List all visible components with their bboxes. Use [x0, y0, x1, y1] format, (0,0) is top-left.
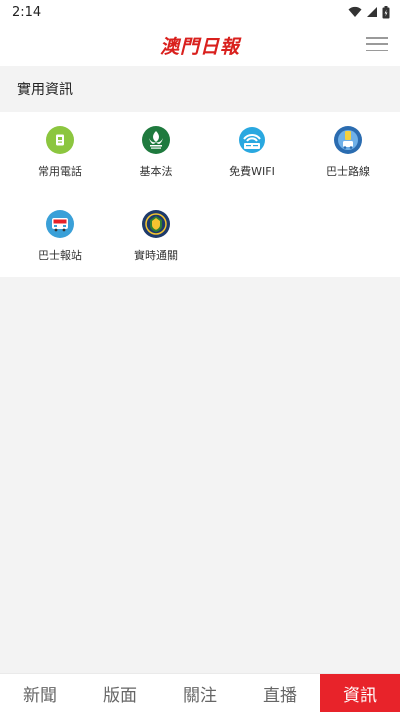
grid-item-basic-law[interactable]: 基本法: [106, 112, 206, 182]
free-wifi-icon: [238, 126, 266, 154]
grid-item-label: 巴士路線: [326, 165, 370, 178]
border-crossing-icon: [142, 210, 170, 238]
section-title: 實用資訊: [17, 82, 73, 98]
grid-item-label: 常用電話: [38, 165, 82, 178]
tab-live[interactable]: 直播: [240, 674, 320, 712]
bus-stop-icon: [46, 210, 74, 238]
battery-icon: [382, 5, 390, 18]
grid-item-bus-stop[interactable]: 巴士報站: [10, 196, 110, 266]
status-time: 2:14: [12, 4, 42, 20]
utility-grid: 常用電話 基本法 免費WIFI 巴士路線 巴士報站 實時通關: [0, 112, 400, 277]
menu-line: [366, 37, 388, 39]
grid-item-label: 免費WIFI: [229, 165, 275, 178]
phone-book-icon: [46, 126, 74, 154]
grid-item-border-crossing[interactable]: 實時通關: [106, 196, 206, 266]
app-logo: 澳門日報: [159, 35, 240, 58]
menu-button[interactable]: [366, 33, 388, 55]
grid-item-free-wifi[interactable]: 免費WIFI: [202, 112, 302, 182]
tab-follow[interactable]: 關注: [160, 674, 240, 712]
section-header: 實用資訊: [0, 66, 400, 112]
grid-item-label: 巴士報站: [38, 249, 82, 262]
tab-pages[interactable]: 版面: [80, 674, 160, 712]
bus-route-icon: [334, 126, 362, 154]
grid-item-label: 基本法: [139, 165, 173, 178]
app-header: 澳門日報: [0, 24, 400, 66]
wifi-signal-icon: [348, 6, 362, 17]
cell-signal-icon: [367, 7, 377, 17]
status-bar: 2:14: [0, 0, 400, 24]
menu-line: [366, 49, 388, 51]
menu-line: [366, 43, 388, 45]
status-icons: [348, 5, 390, 19]
tab-news[interactable]: 新聞: [0, 674, 80, 712]
tab-info[interactable]: 資訊: [320, 674, 400, 712]
grid-item-phone-book[interactable]: 常用電話: [10, 112, 110, 182]
grid-item-label: 實時通關: [134, 249, 178, 262]
grid-item-bus-route[interactable]: 巴士路線: [298, 112, 398, 182]
basic-law-emblem-icon: [142, 126, 170, 154]
bottom-nav: 新聞 版面 關注 直播 資訊: [0, 673, 400, 712]
